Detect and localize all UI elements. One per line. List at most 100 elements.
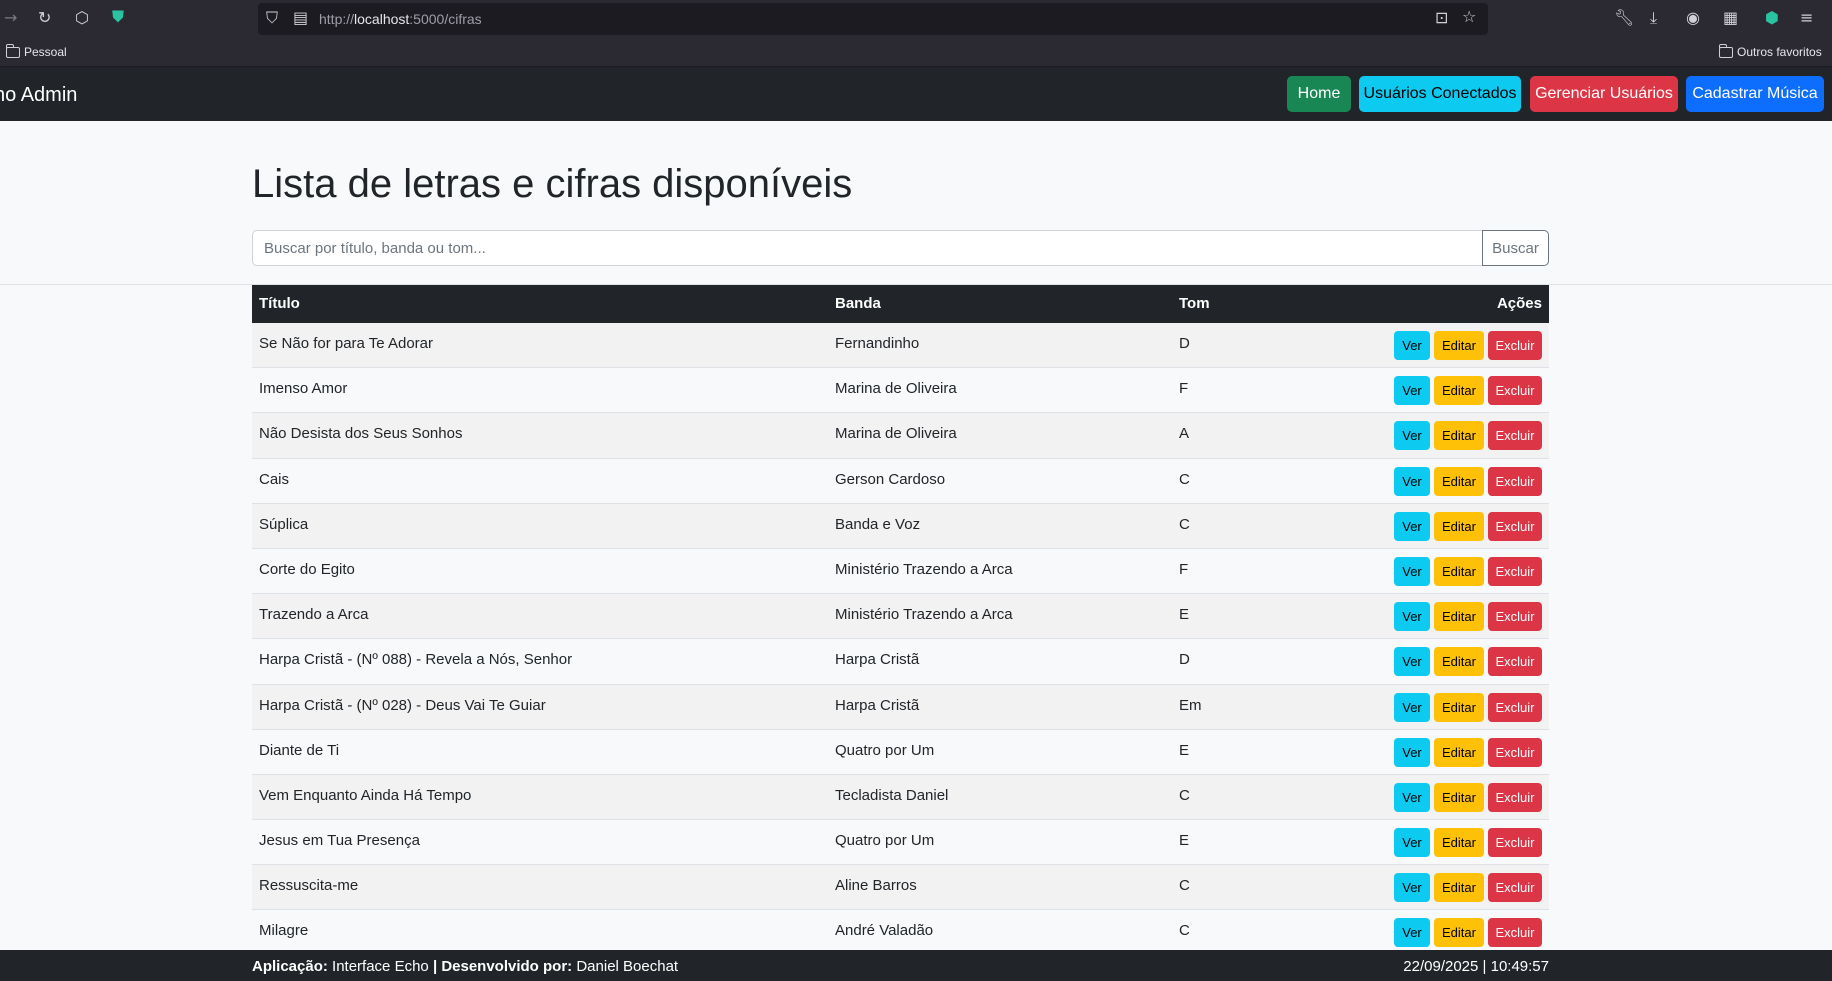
delete-button[interactable]: Excluir [1488,376,1542,406]
edit-button[interactable]: Editar [1434,556,1484,586]
view-button[interactable]: Ver [1394,873,1430,903]
footer-app-label: Aplicação: [252,958,328,975]
install-app-icon[interactable]: ⊡ [1435,10,1448,26]
table-row: Cais Gerson Cardoso C Ver Editar Excluir [252,458,1549,504]
vpn-extension-icon[interactable]: ⬢ [1765,10,1779,26]
qr-code-icon[interactable]: ▦ [1723,10,1738,26]
tracking-shield-icon[interactable]: ⛉ [266,10,278,26]
view-button[interactable]: Ver [1394,556,1430,586]
bookmark-label: Outros favoritos [1737,45,1822,59]
footer-credits: Aplicação: Interface Echo | Desenvolvido… [252,958,678,975]
delete-button[interactable]: Excluir [1488,692,1542,722]
view-button[interactable]: Ver [1394,331,1430,360]
edit-button[interactable]: Editar [1434,466,1484,496]
edit-button[interactable]: Editar [1434,828,1484,858]
cell-key: D [1179,335,1190,352]
edit-button[interactable]: Editar [1434,421,1484,451]
search-input[interactable] [252,230,1483,266]
folder-icon [1718,43,1733,58]
view-button[interactable]: Ver [1394,782,1430,812]
delete-button[interactable]: Excluir [1488,737,1542,767]
menu-icon[interactable]: ≡ [1800,10,1813,26]
edit-button[interactable]: Editar [1434,331,1484,360]
delete-button[interactable]: Excluir [1488,602,1542,632]
edit-button[interactable]: Editar [1434,602,1484,632]
table-row: Jesus em Tua Presença Quatro por Um E Ver Ed… [252,820,1549,866]
cell-band: Fernandinho [835,335,920,352]
downloads-icon[interactable]: ⤓ [1650,10,1657,26]
view-button[interactable]: Ver [1394,918,1430,948]
table-row: Trazendo a Arca Ministério Trazendo a Arc… [252,594,1549,640]
url-text[interactable]: http://localhost:5000/cifras [319,11,482,27]
table-row: Imenso Amor Marina de Oliveira F Ver Editar E… [252,368,1549,414]
page-info-icon[interactable]: ▤ [293,10,308,26]
navbar-brand[interactable]: no Admin [0,84,77,107]
extensions-icon[interactable]: ⬡ [75,10,89,26]
cell-title: Milagre [259,922,309,940]
delete-button[interactable]: Excluir [1488,331,1542,360]
edit-button[interactable]: Editar [1434,647,1484,677]
row-actions: Ver Editar Excluir [1394,331,1542,360]
header-actions: Ações [1496,295,1542,312]
edit-button[interactable]: Editar [1434,692,1484,722]
app-footer: Aplicação: Interface Echo | Desenvolvido… [0,950,1832,981]
cell-title: Súplica [259,515,309,533]
delete-button[interactable]: Excluir [1488,511,1542,541]
delete-button[interactable]: Excluir [1488,918,1542,948]
home-button[interactable]: Home [1287,76,1351,112]
row-actions: Ver Editar Excluir [1394,376,1542,406]
view-button[interactable]: Ver [1394,737,1430,767]
row-actions: Ver Editar Excluir [1394,782,1542,812]
edit-button[interactable]: Editar [1434,918,1484,948]
edit-button[interactable]: Editar [1434,782,1484,812]
add-song-button[interactable]: Cadastrar Música [1686,76,1824,112]
table-row: Corte do Egito Ministério Trazendo a Arca… [252,548,1549,595]
delete-button[interactable]: Excluir [1488,782,1542,812]
bookmark-folder-pessoal[interactable]: Pessoal [5,43,67,59]
reload-icon[interactable]: ↻ [38,10,51,26]
table-row: Vem Enquanto Ainda Há Tempo Tecladista Da… [252,774,1549,821]
edit-button[interactable]: Editar [1434,511,1484,541]
manage-users-button[interactable]: Gerenciar Usuários [1530,76,1678,112]
profile-avatar-icon[interactable]: ◉ [1686,10,1700,26]
delete-button[interactable]: Excluir [1488,556,1542,586]
cell-key: E [1179,606,1190,624]
view-button[interactable]: Ver [1394,466,1430,496]
view-button[interactable]: Ver [1394,692,1430,722]
forward-icon[interactable]: → [4,10,17,26]
cell-band: Gerson Cardoso [835,470,946,488]
header-key: Tom [1179,295,1210,312]
songs-table: Título Banda Tom Ações Se Não for para T… [252,285,1549,956]
edit-button[interactable]: Editar [1434,873,1484,903]
footer-dev-name: Daniel Boechat [576,958,679,975]
delete-button[interactable]: Excluir [1488,421,1542,451]
cell-band: Harpa Cristã [835,696,920,714]
delete-button[interactable]: Excluir [1488,828,1542,858]
bookmark-folder-outros[interactable]: Outros favoritos [1718,43,1822,59]
footer-separator: | [432,958,438,975]
cell-title: Harpa Cristã - (Nº 028) - Deus Vai Te Gu… [259,696,546,714]
view-button[interactable]: Ver [1394,828,1430,858]
connected-users-button[interactable]: Usuários Conectados [1359,76,1521,112]
tools-wrench-icon[interactable]: 🔧︎ [1614,10,1634,26]
delete-button[interactable]: Excluir [1488,873,1542,903]
delete-button[interactable]: Excluir [1488,647,1542,677]
delete-button[interactable]: Excluir [1488,466,1542,496]
view-button[interactable]: Ver [1394,511,1430,541]
view-button[interactable]: Ver [1394,602,1430,632]
cell-title: Trazendo a Arca [259,606,369,624]
cell-title: Se Não for para Te Adorar [259,335,433,352]
cell-band: Quatro por Um [835,832,935,850]
cell-key: D [1179,651,1190,669]
view-button[interactable]: Ver [1394,647,1430,677]
edit-button[interactable]: Editar [1434,376,1484,406]
view-button[interactable]: Ver [1394,376,1430,406]
view-button[interactable]: Ver [1394,421,1430,451]
edit-button[interactable]: Editar [1434,737,1484,767]
footer-dev-label: Desenvolvido por: [441,958,573,975]
table-row: Harpa Cristã - (Nº 028) - Deus Vai Te Gu… [252,684,1549,730]
search-button[interactable]: Buscar [1482,230,1549,266]
cell-key: C [1179,922,1190,940]
bookmark-star-icon[interactable]: ☆ [1462,9,1476,25]
shield-extension-icon[interactable]: ⛊ [112,9,124,25]
